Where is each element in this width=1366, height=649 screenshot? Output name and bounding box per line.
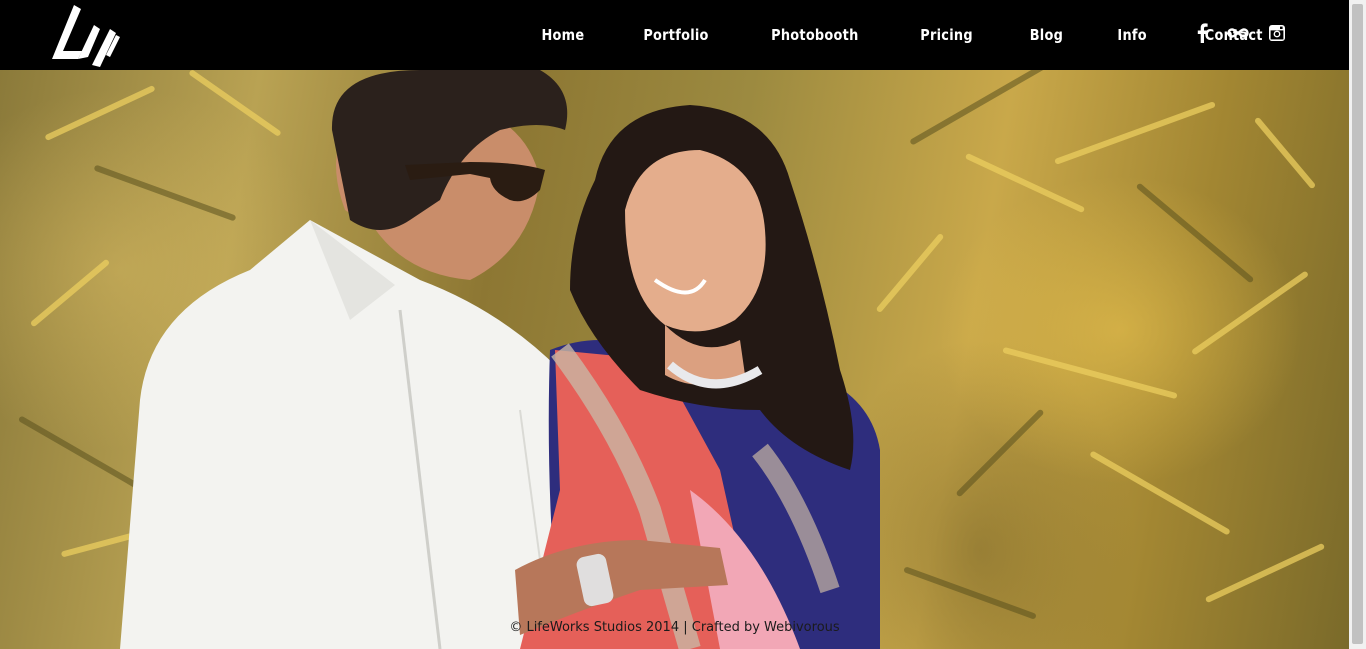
footer-copyright: © LifeWorks Studios 2014 | Crafted by We… [509,620,840,635]
flickr-infinity-icon[interactable] [1226,26,1250,40]
lifeworks-logo-icon[interactable] [48,3,124,69]
nav-photobooth[interactable]: Photobooth [771,26,858,44]
instagram-icon[interactable] [1268,24,1286,42]
nav-home[interactable]: Home [541,26,584,44]
nav-portfolio[interactable]: Portfolio [643,26,708,44]
nav-info[interactable]: Info [1118,26,1147,44]
scrollbar-thumb[interactable] [1352,4,1363,644]
hero-banner: © LifeWorks Studios 2014 | Crafted by We… [0,70,1349,649]
social-links [1196,18,1304,48]
facebook-icon[interactable] [1196,23,1208,43]
nav-blog[interactable]: Blog [1029,26,1062,44]
site-header: Home Portfolio Photobooth Pricing Blog I… [0,0,1349,70]
couple-photo [120,70,880,649]
main-nav: Home Portfolio Photobooth Pricing Blog I… [513,0,1292,70]
page: Home Portfolio Photobooth Pricing Blog I… [0,0,1366,649]
nav-pricing[interactable]: Pricing [920,26,973,44]
